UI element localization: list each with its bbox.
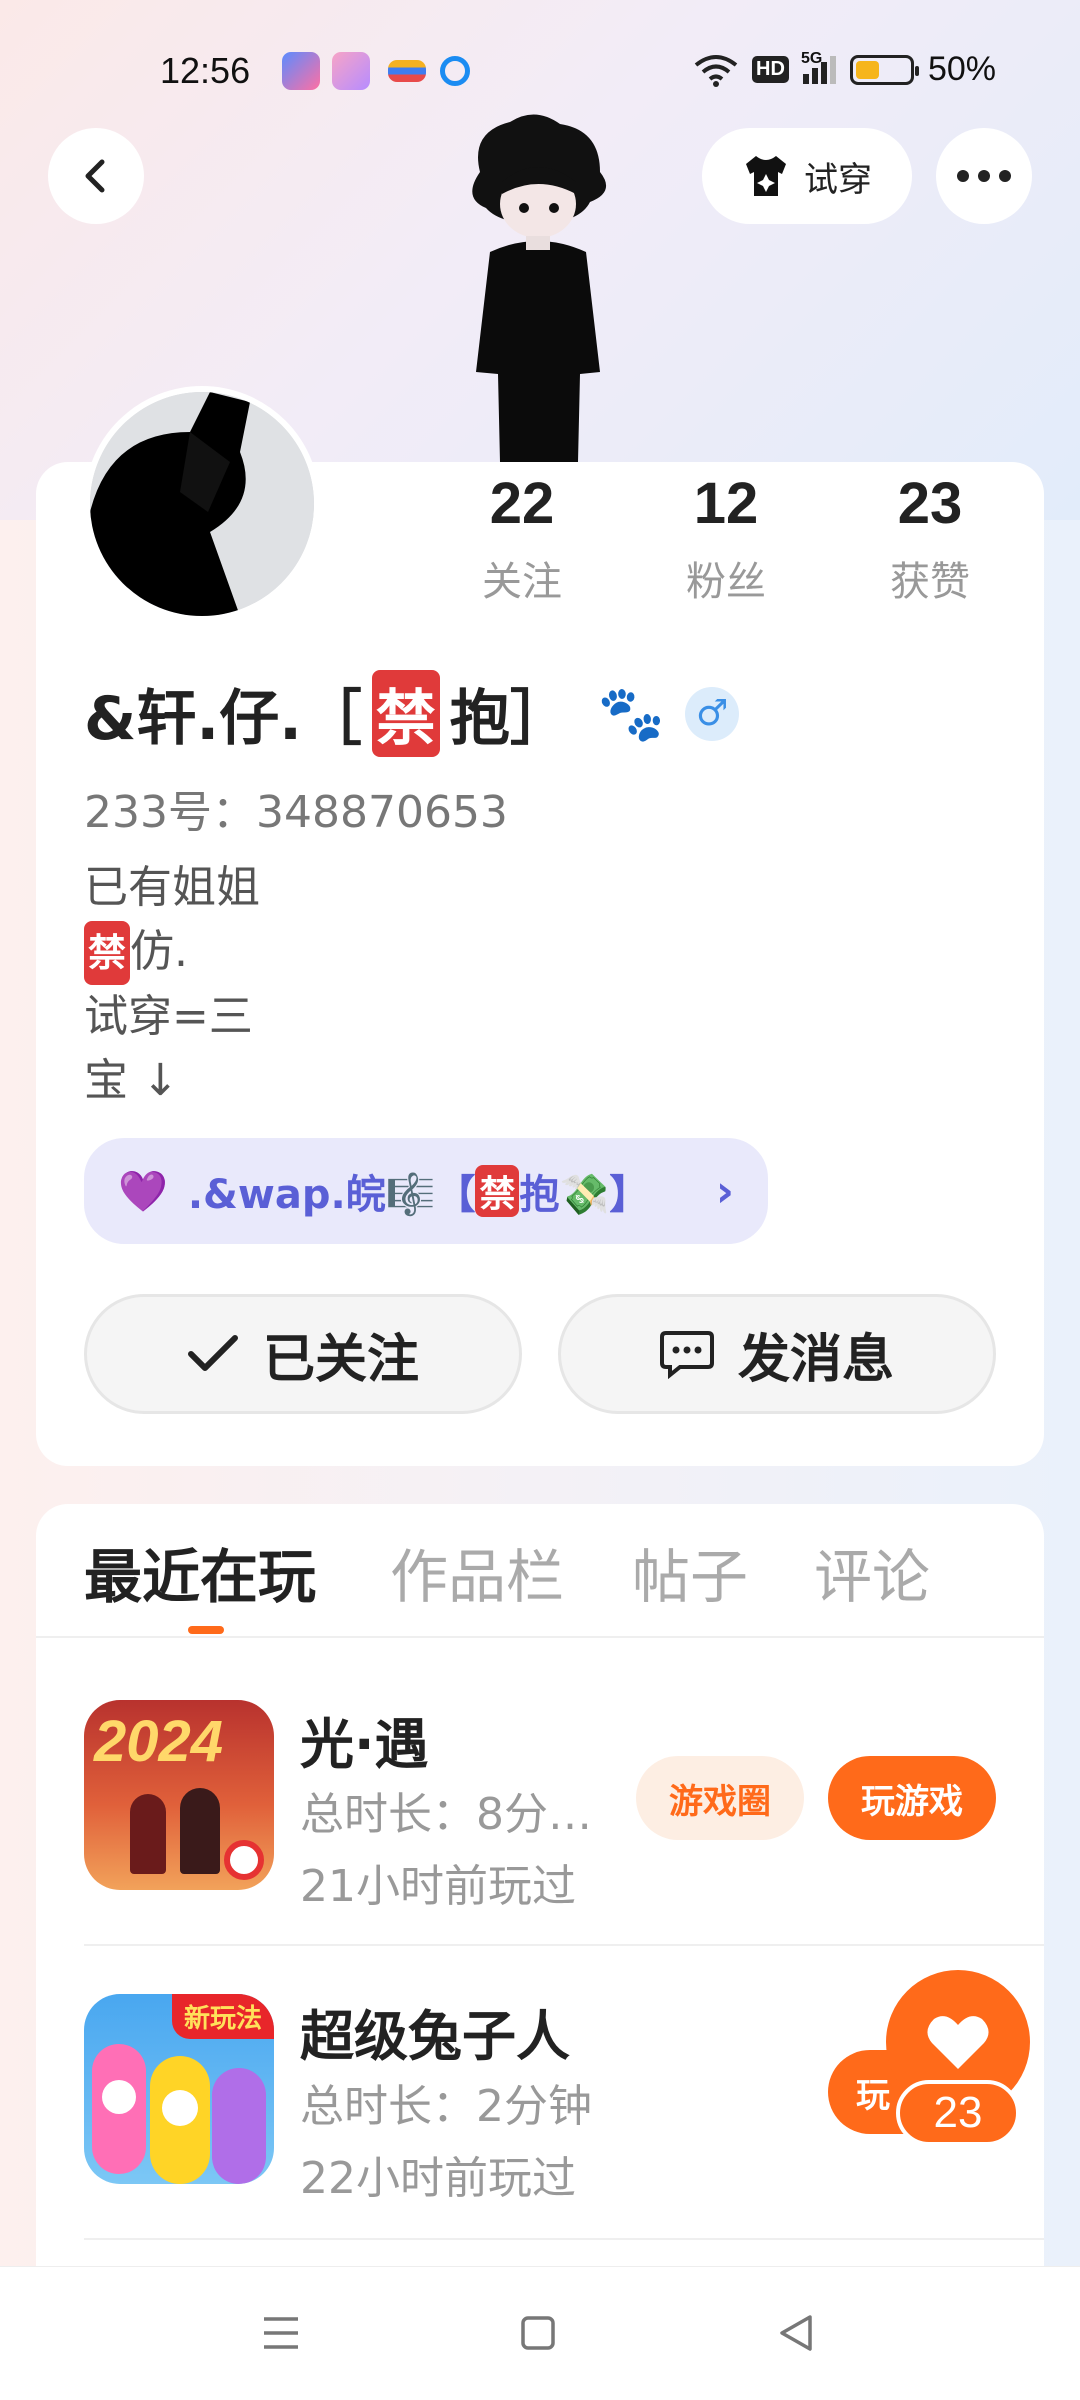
more-options-button[interactable] [936, 128, 1032, 224]
avatar-3d-figure [472, 114, 607, 462]
status-time: 12:56 [160, 50, 251, 91]
check-icon [187, 1335, 238, 1371]
back-triangle-icon[interactable] [778, 2313, 814, 2353]
paw-icon: 🐾 [597, 681, 666, 745]
game-icon-sky[interactable]: 2024 [84, 1700, 274, 1890]
play-game-label: 玩 [856, 2075, 890, 2116]
badge-text-after: 抱💸】 [519, 1172, 650, 1218]
game-last-played: 21小时前玩过 [300, 1861, 576, 1912]
game-icon-year: 2024 [94, 1709, 224, 1774]
network-type: 5G [800, 49, 823, 67]
hd-icon: HD [752, 56, 789, 83]
stat-likes[interactable]: 23 获赞 [840, 470, 1020, 607]
game-name[interactable]: 超级兔子人 [300, 1992, 570, 2071]
chevron-right-icon: › [715, 1165, 734, 1217]
user-id[interactable]: 233号：348870653 [84, 776, 508, 840]
game-last-played: 22小时前玩过 [300, 2153, 576, 2204]
nickname: &轩.仔.［ 禁 抱］ 🐾 ♂ [84, 670, 740, 757]
list-divider [84, 1944, 1044, 1946]
try-on-button[interactable]: 试穿 [702, 128, 912, 224]
notification-wallet-icon [388, 60, 426, 82]
tab-divider [36, 1636, 1044, 1638]
game-name[interactable]: 光·遇 [300, 1700, 429, 1779]
nickname-prefix: &轩.仔.［ [84, 684, 362, 754]
tab-comments[interactable]: 评论 [814, 1530, 930, 1614]
likes-label: 获赞 [890, 559, 970, 605]
status-bar: 12:56 HD 5G 50% [0, 40, 1080, 104]
try-on-label: 试穿 [804, 159, 872, 200]
ban-emoji: 禁 [475, 1165, 520, 1217]
bio-line: 已有姐姐 [84, 862, 260, 913]
notification-search-icon [440, 56, 470, 86]
wifi-icon [694, 54, 738, 87]
play-game-button[interactable]: 玩游戏 [828, 1756, 996, 1840]
game-icon-new-mode-label: 新玩法 [171, 1994, 274, 2039]
ban-emoji: 禁 [371, 670, 440, 757]
message-button[interactable]: 发消息 [558, 1294, 996, 1414]
more-dots-icon [957, 170, 1011, 182]
game-duration: 总时长：8分… [300, 1789, 592, 1840]
chat-bubble-icon [659, 1331, 714, 1379]
tab-recently-played[interactable]: 最近在玩 [84, 1530, 316, 1614]
game-icon-super-bunny-man[interactable]: 新玩法 [84, 1994, 274, 2184]
followers-count: 12 [693, 471, 759, 536]
bio-line: 试穿=三 [84, 991, 253, 1042]
badge-text-before: .&wap.皖🎼【 [187, 1172, 476, 1218]
like-count: 23 [896, 2080, 1020, 2146]
game-circle-button[interactable]: 游戏圈 [636, 1756, 804, 1840]
followers-label: 粉丝 [686, 559, 766, 605]
stat-followers[interactable]: 12 粉丝 [636, 470, 816, 607]
nickname-suffix: 抱］ [449, 684, 570, 754]
battery-percent: 50% [927, 50, 996, 88]
following-count: 22 [489, 471, 555, 536]
home-square-icon[interactable] [520, 2315, 556, 2351]
heart-icon [927, 2016, 989, 2069]
system-navigation-bar [0, 2266, 1080, 2400]
tab-works[interactable]: 作品栏 [390, 1530, 564, 1614]
status-right-group: HD 5G 50% [694, 50, 996, 89]
tshirt-icon [746, 156, 786, 196]
bio-line: 宝 ↓ [84, 1055, 179, 1106]
back-button[interactable] [48, 128, 144, 224]
message-button-label: 发消息 [737, 1329, 894, 1390]
stat-following[interactable]: 22 关注 [432, 470, 612, 607]
likes-count: 23 [897, 471, 963, 536]
bio: 已有姐姐 禁仿. 试穿=三 宝 ↓ [84, 856, 260, 1113]
menu-icon[interactable] [262, 2315, 300, 2351]
following-button-label: 已关注 [262, 1329, 419, 1390]
signal-icon: 5G [801, 50, 836, 84]
male-gender-icon: ♂ [685, 686, 740, 741]
avatar-image [90, 392, 314, 616]
relationship-badge[interactable]: 💜 .&wap.皖🎼【 禁 抱💸】 › [84, 1138, 768, 1244]
tab-posts[interactable]: 帖子 [632, 1530, 748, 1614]
ban-emoji: 禁 [84, 921, 131, 985]
list-divider [84, 2238, 1044, 2240]
following-label: 关注 [482, 559, 562, 605]
chevron-left-icon [85, 159, 105, 193]
battery-fill [855, 60, 879, 79]
avatar[interactable] [84, 386, 320, 622]
active-tab-indicator [188, 1626, 224, 1634]
bio-text: 仿. [130, 926, 189, 977]
bio-line: 禁仿. [84, 920, 260, 985]
notification-game-icon [332, 52, 370, 90]
notification-app-icon [282, 52, 320, 90]
purple-heart-icon: 💜 [118, 1168, 168, 1215]
battery-icon [849, 54, 919, 85]
following-button[interactable]: 已关注 [84, 1294, 522, 1414]
game-duration: 总时长：2分钟 [300, 2081, 592, 2132]
